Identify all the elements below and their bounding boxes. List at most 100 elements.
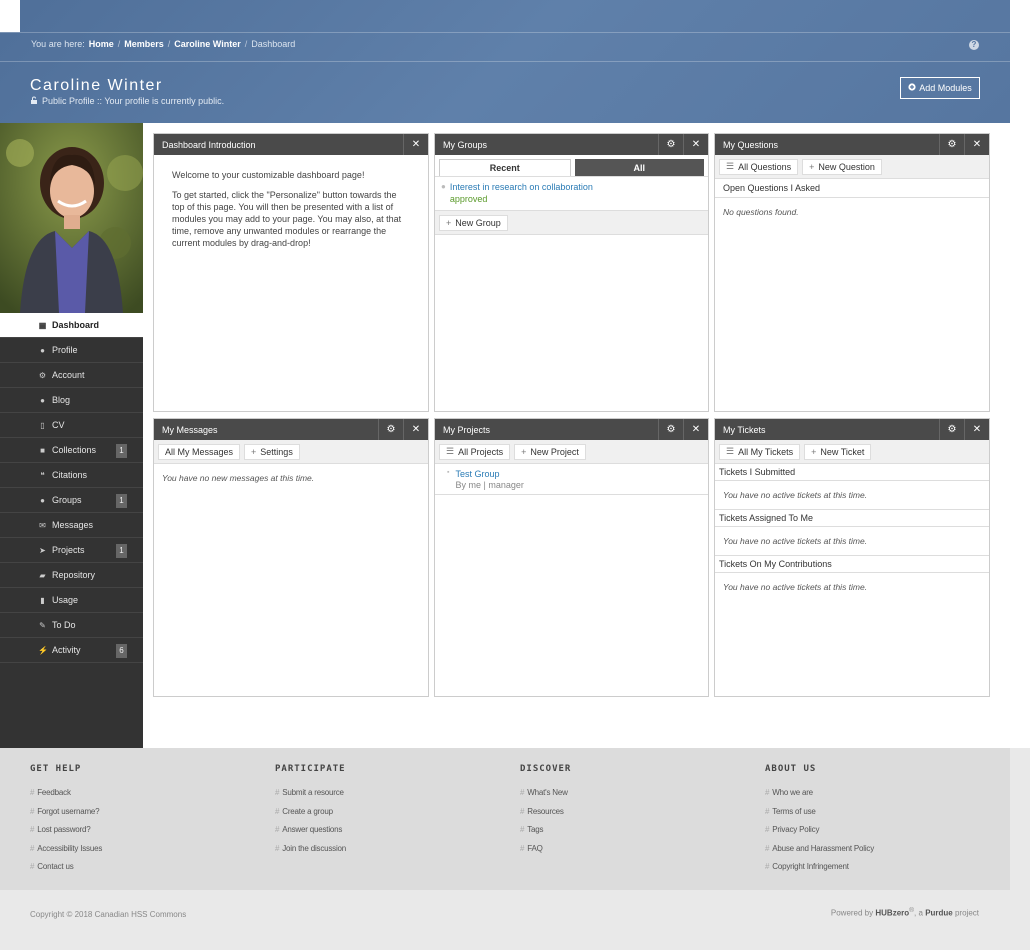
footer-link[interactable]: # Who we are bbox=[765, 788, 874, 807]
sidebar-item-label: Activity bbox=[52, 645, 81, 655]
unlock-icon bbox=[30, 96, 38, 106]
footer-link[interactable]: # Privacy Policy bbox=[765, 825, 874, 844]
module-header[interactable]: My Projects ⚙ ✕ bbox=[435, 419, 708, 440]
footer-link[interactable]: # Answer questions bbox=[275, 825, 346, 844]
module-header[interactable]: My Groups ⚙ ✕ bbox=[435, 134, 708, 155]
footer-link[interactable]: # FAQ bbox=[520, 844, 571, 863]
sidebar-item-messages[interactable]: ✉ Messages bbox=[0, 513, 143, 538]
intro-text: Welcome to your customizable dashboard p… bbox=[172, 170, 365, 180]
help-icon[interactable]: ? bbox=[969, 40, 979, 50]
all-tickets-button[interactable]: ☰ All My Tickets bbox=[719, 443, 801, 460]
footer-link[interactable]: # Lost password? bbox=[30, 825, 102, 844]
footer-link[interactable]: # Tags bbox=[520, 825, 571, 844]
tab-all[interactable]: All bbox=[574, 159, 704, 176]
all-messages-button[interactable]: All My Messages bbox=[158, 443, 241, 460]
gear-icon[interactable]: ⚙ bbox=[378, 419, 403, 440]
gear-icon[interactable]: ⚙ bbox=[658, 419, 683, 440]
breadcrumb-members[interactable]: Members bbox=[124, 39, 164, 49]
breadcrumb-home[interactable]: Home bbox=[89, 39, 114, 49]
groups-toolbar: + New Group bbox=[435, 211, 708, 235]
close-icon[interactable]: ✕ bbox=[403, 419, 428, 440]
sidebar-item-label: Groups bbox=[52, 495, 82, 505]
profile-status-text: Public Profile :: Your profile is curren… bbox=[42, 96, 225, 106]
divider bbox=[0, 61, 1010, 62]
new-ticket-button[interactable]: + New Ticket bbox=[804, 443, 872, 460]
sidebar-item-projects[interactable]: ➤ Projects 1 bbox=[0, 538, 143, 563]
comment-icon: ● bbox=[40, 395, 45, 405]
all-projects-button[interactable]: ☰ All Projects bbox=[439, 443, 511, 460]
module-header[interactable]: My Questions ⚙ ✕ bbox=[715, 134, 989, 155]
gear-icon[interactable]: ⚙ bbox=[939, 134, 964, 155]
all-questions-button[interactable]: ☰ All Questions bbox=[719, 158, 799, 175]
group-status: approved bbox=[449, 194, 488, 204]
close-icon[interactable]: ✕ bbox=[964, 134, 989, 155]
intro-body: Welcome to your customizable dashboard p… bbox=[154, 155, 428, 271]
footer-link[interactable]: # Accessibility Issues bbox=[30, 844, 102, 863]
footer-link[interactable]: # Join the discussion bbox=[275, 844, 346, 863]
profile-name: Caroline Winter bbox=[30, 77, 163, 94]
intro-module: Dashboard Introduction ✕ Welcome to your… bbox=[153, 133, 429, 412]
footer-link[interactable]: # Terms of use bbox=[765, 807, 874, 826]
footer-link[interactable]: # Forgot username? bbox=[30, 807, 102, 826]
breadcrumb: You are here: Home / Members / Caroline … bbox=[31, 39, 295, 49]
footer-link[interactable]: # Create a group bbox=[275, 807, 346, 826]
tickets-toolbar: ☰ All My Tickets + New Ticket bbox=[715, 440, 989, 464]
sidebar-item-activity[interactable]: ⚡ Activity 6 bbox=[0, 638, 143, 663]
sidebar-item-cv[interactable]: ▯ CV bbox=[0, 413, 143, 438]
gear-icon[interactable]: ⚙ bbox=[939, 419, 964, 440]
sidebar-item-usage[interactable]: ▮ Usage bbox=[0, 588, 143, 613]
sidebar-item-account[interactable]: ⚙ Account bbox=[0, 363, 143, 388]
footer-link[interactable]: # Abuse and Harassment Policy bbox=[765, 844, 874, 863]
sidebar-item-dashboard[interactable]: ▦ Dashboard bbox=[0, 313, 143, 338]
plus-circle-icon bbox=[908, 83, 916, 93]
footer-link[interactable]: # Resources bbox=[520, 807, 571, 826]
close-icon[interactable]: ✕ bbox=[683, 134, 708, 155]
footer-link-label: Resources bbox=[527, 806, 564, 816]
footer-heading: PARTICIPATE bbox=[275, 764, 346, 774]
footer-link[interactable]: # Feedback bbox=[30, 788, 102, 807]
hubzero-link[interactable]: HUBzero bbox=[875, 909, 909, 918]
sidebar-item-citations[interactable]: ❝ Citations bbox=[0, 463, 143, 488]
new-group-button[interactable]: + New Group bbox=[439, 214, 508, 231]
intro-text: To get started, click the "Personalize" … bbox=[172, 190, 402, 248]
site-logo[interactable] bbox=[0, 0, 20, 32]
sidebar-item-todo[interactable]: ✎ To Do bbox=[0, 613, 143, 638]
gear-icon[interactable]: ⚙ bbox=[658, 134, 683, 155]
group-link[interactable]: Interest in research on collaboration bbox=[450, 182, 593, 192]
sidebar-item-blog[interactable]: ● Blog bbox=[0, 388, 143, 413]
new-project-button[interactable]: + New Project bbox=[514, 443, 586, 460]
pulse-icon: ⚡ bbox=[38, 645, 48, 655]
tab-recent[interactable]: Recent bbox=[439, 159, 571, 176]
footer-link[interactable]: # Submit a resource bbox=[275, 788, 346, 807]
breadcrumb-current: Dashboard bbox=[251, 39, 296, 49]
breadcrumb-profile[interactable]: Caroline Winter bbox=[174, 39, 240, 49]
user-icon: ● bbox=[40, 345, 45, 355]
new-question-button[interactable]: + New Question bbox=[802, 158, 882, 175]
sidebar-item-repository[interactable]: ▰ Repository bbox=[0, 563, 143, 588]
groups-module: My Groups ⚙ ✕ Recent All ● Interest in r… bbox=[434, 133, 709, 412]
module-header[interactable]: Dashboard Introduction ✕ bbox=[154, 134, 428, 155]
module-header[interactable]: My Tickets ⚙ ✕ bbox=[715, 419, 989, 440]
footer-link[interactable]: # Contact us bbox=[30, 862, 102, 881]
settings-button[interactable]: + Settings bbox=[244, 443, 300, 460]
sidebar-item-collections[interactable]: ■ Collections 1 bbox=[0, 438, 143, 463]
sidebar-item-profile[interactable]: ● Profile bbox=[0, 338, 143, 363]
footer-link[interactable]: # What's New bbox=[520, 788, 571, 807]
plus-icon: + bbox=[811, 446, 817, 457]
purdue-link[interactable]: Purdue bbox=[925, 909, 953, 918]
list-icon: ☰ bbox=[726, 446, 735, 456]
powered-by: Powered by HUBzero®, a Purdue project bbox=[831, 907, 979, 918]
add-modules-button[interactable]: Add Modules bbox=[900, 77, 980, 99]
footer-link-label: Contact us bbox=[37, 862, 74, 871]
list-item: ▪ Test Group By me | manager bbox=[435, 464, 708, 495]
module-header[interactable]: My Messages ⚙ ✕ bbox=[154, 419, 428, 440]
close-icon[interactable]: ✕ bbox=[403, 134, 428, 155]
sidebar-nav: ▦ Dashboard ● Profile ⚙ Account ● Blog ▯… bbox=[0, 313, 143, 663]
sidebar-item-groups[interactable]: ● Groups 1 bbox=[0, 488, 143, 513]
footer-link[interactable]: # Copyright Infringement bbox=[765, 862, 874, 881]
project-link[interactable]: Test Group bbox=[455, 469, 523, 479]
sidebar-item-label: Dashboard bbox=[52, 320, 100, 330]
plus-icon: + bbox=[521, 446, 527, 457]
close-icon[interactable]: ✕ bbox=[964, 419, 989, 440]
close-icon[interactable]: ✕ bbox=[683, 419, 708, 440]
